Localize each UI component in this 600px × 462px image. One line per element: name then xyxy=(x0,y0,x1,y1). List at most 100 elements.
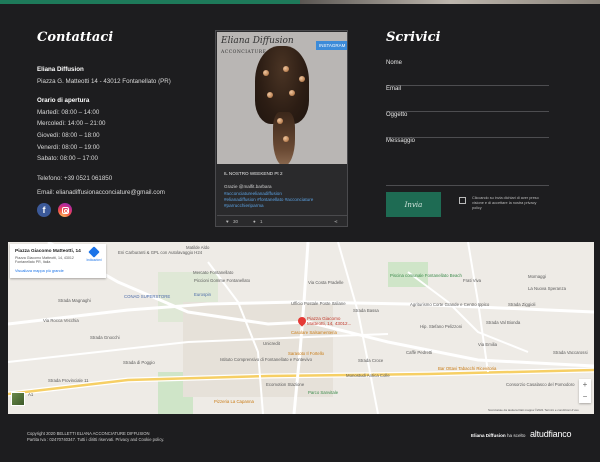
map-label: Strada Provinciale 11 xyxy=(48,378,89,383)
map-label: Strada Ziggioli xyxy=(508,302,536,307)
map-label: Monostudi Antica Colle xyxy=(346,373,390,378)
hair-bead xyxy=(289,90,295,96)
map-label: Sarasoto Il Fortello xyxy=(288,351,325,356)
map-label: Frati Viva xyxy=(463,278,482,283)
map-label: Eurospin xyxy=(194,292,211,297)
map-label: Piccioni Gomme Fontanellato xyxy=(194,278,251,283)
facebook-icon[interactable]: f xyxy=(37,203,51,217)
form-heading: Scrivici xyxy=(386,30,441,45)
submit-button[interactable]: Invia xyxy=(386,192,441,217)
message-field[interactable]: Messaggio xyxy=(386,138,549,186)
hours-tuesday: Martedì: 08:00 – 14:00 xyxy=(37,108,100,116)
privacy-checkbox[interactable] xyxy=(459,197,466,204)
map-label: Eni Carburanti & GPL con Autolavaggio H2… xyxy=(118,250,203,255)
subject-field[interactable]: Oggetto xyxy=(386,112,549,138)
hair-bead xyxy=(267,92,273,98)
larger-map-link[interactable]: Visualizza mappa più grande xyxy=(15,269,64,273)
credit-name: Eliana Diffusion xyxy=(471,433,506,438)
credit: Eliana Diffusion ha scelto xyxy=(471,433,525,438)
contacts-heading: Contattaci xyxy=(37,30,114,45)
map-label: La Nuova Speranza xyxy=(528,286,566,291)
hours-thursday: Giovedì: 08:00 – 18:00 xyxy=(37,131,100,139)
zoom-controls: + − xyxy=(579,379,591,403)
map-label: Ufficio Postale Poste Italiane xyxy=(291,301,346,306)
email-label: Email xyxy=(386,86,402,92)
map-label: Strada di Poggio xyxy=(123,360,155,365)
post-caption: IL NOSTRO WEEKEND Pt 2 Grazie @malfit.ba… xyxy=(224,171,342,209)
pin-label: Piazza Giacomo Matteotti, 14, 43012... xyxy=(307,316,352,327)
name-label: Nome xyxy=(386,60,403,66)
share-icon[interactable]: ⋖ xyxy=(334,219,338,225)
map-label: A1 xyxy=(28,392,34,397)
map-label: Unicredit xyxy=(263,341,280,346)
top-border-photo xyxy=(300,0,600,4)
footer: Copyright 2020 BELLETTI ELIANA ACCONCIAT… xyxy=(0,414,600,462)
instagram-icon[interactable] xyxy=(58,203,72,217)
map-label: Via Emilia xyxy=(478,342,498,347)
map-label: Mercato Fontanellato xyxy=(193,270,234,275)
email[interactable]: Email: elianadiffusionacconciature@gmail… xyxy=(37,187,207,199)
post-title: IL NOSTRO WEEKEND Pt 2 xyxy=(224,171,283,176)
subject-label: Oggetto xyxy=(386,112,408,118)
hair-bead xyxy=(277,118,283,124)
map-info-box: Piazza Giacomo Matteotti, 14 Piazza Giac… xyxy=(10,244,106,278)
map-label: Agriturismo Corte Grande e Centro Ippico xyxy=(410,302,490,307)
top-border-accent xyxy=(0,0,300,4)
map-label: Strada Val Bionda xyxy=(486,320,521,325)
directions-button[interactable]: Indicazioni xyxy=(86,246,102,262)
privacy-consent: Cliccando su invia dichiari di aver pres… xyxy=(459,196,540,211)
hours-friday: Venerdì: 08:00 – 19:00 xyxy=(37,143,100,151)
privacy-text: Cliccando su invia dichiari di aver pres… xyxy=(472,196,539,210)
map-label: Casolare Salsamenteria xyxy=(291,330,337,335)
satellite-toggle-button[interactable] xyxy=(11,392,25,406)
top-border xyxy=(0,0,600,4)
phone[interactable]: Telefono: +39 0521 061850 xyxy=(37,173,207,185)
email-field[interactable]: Email xyxy=(386,86,549,112)
comment-icon[interactable]: ● xyxy=(253,219,256,224)
contacts-section: Contattaci Eliana Diffusion Piazza G. Ma… xyxy=(37,30,207,199)
map[interactable]: Eni Carburanti & GPL con Autolavaggio H2… xyxy=(8,242,594,414)
hair-bead xyxy=(299,76,305,82)
map-label: CONAD SUPERSTORE xyxy=(124,294,171,299)
company-name: Eliana Diffusion xyxy=(37,66,84,73)
map-attribution: Scorciatoie da tastiera Dati mappa ©2021… xyxy=(488,408,579,412)
map-label: Strada Vaccarossi xyxy=(553,350,588,355)
post-footer: ♥ 30 ● 1 ⋖ xyxy=(217,215,347,224)
hair-bead xyxy=(283,66,289,72)
map-label: Bar Ottavi Tabacchi Ricevitoria xyxy=(438,366,497,371)
post-logo: Eliana Diffusion ACCONCIATURE xyxy=(221,36,294,55)
map-label: Matilde Aldo xyxy=(186,245,210,250)
heart-icon[interactable]: ♥ xyxy=(226,219,229,224)
map-label: Consorzio Casalasco del Pomodoro xyxy=(506,382,575,387)
map-label: Parco Sanvitale xyxy=(308,390,339,395)
map-label: Strada Gnocchi xyxy=(90,335,120,340)
likes-count: 30 xyxy=(233,219,239,224)
map-label: Piscina comunale Fontanellato Beach xyxy=(390,273,462,278)
map-label: Strada Croce xyxy=(358,358,384,363)
hours-wednesday: Mercoledì: 14:00 – 21:00 xyxy=(37,120,106,128)
message-label: Messaggio xyxy=(386,138,416,144)
address: Piazza G. Matteotti 14 - 43012 Fontanell… xyxy=(37,77,171,85)
map-label: Ecomotion Stazione xyxy=(266,382,305,387)
vat-line: Partita Iva : 02470740347. Tutti i dirit… xyxy=(27,437,165,442)
place-address: Piazza Giacomo Matteotti, 14, 43012 Font… xyxy=(15,256,74,265)
zoom-out-button[interactable]: − xyxy=(579,391,591,403)
post-hashtag[interactable]: #parrucchieriparma xyxy=(224,203,342,209)
hours-heading: Orario di apertura xyxy=(37,97,90,105)
credit-rest: ha scelto xyxy=(505,433,526,438)
directions-label: Indicazioni xyxy=(86,258,102,262)
name-field[interactable]: Nome xyxy=(386,60,549,86)
map-label: Via Costa Pradelle xyxy=(308,280,344,285)
comments-count: 1 xyxy=(260,219,263,224)
map-label: Strada Magnaghi xyxy=(58,298,91,303)
map-label: Pizzeria La Capanna xyxy=(214,399,254,404)
map-label: Caffè Pedretti xyxy=(406,350,433,355)
post-image[interactable]: Eliana Diffusion ACCONCIATURE INSTAGRAM xyxy=(217,32,347,164)
map-label: Mornaggi xyxy=(528,274,546,279)
hair-bead xyxy=(283,136,289,142)
zoom-in-button[interactable]: + xyxy=(579,379,591,391)
agency-logo[interactable]: altudfianco xyxy=(530,429,572,439)
place-name: Piazza Giacomo Matteotti, 14 xyxy=(15,249,81,254)
instagram-post-card[interactable]: Eliana Diffusion ACCONCIATURE INSTAGRAM I… xyxy=(215,30,348,227)
instagram-badge: INSTAGRAM xyxy=(316,41,347,50)
